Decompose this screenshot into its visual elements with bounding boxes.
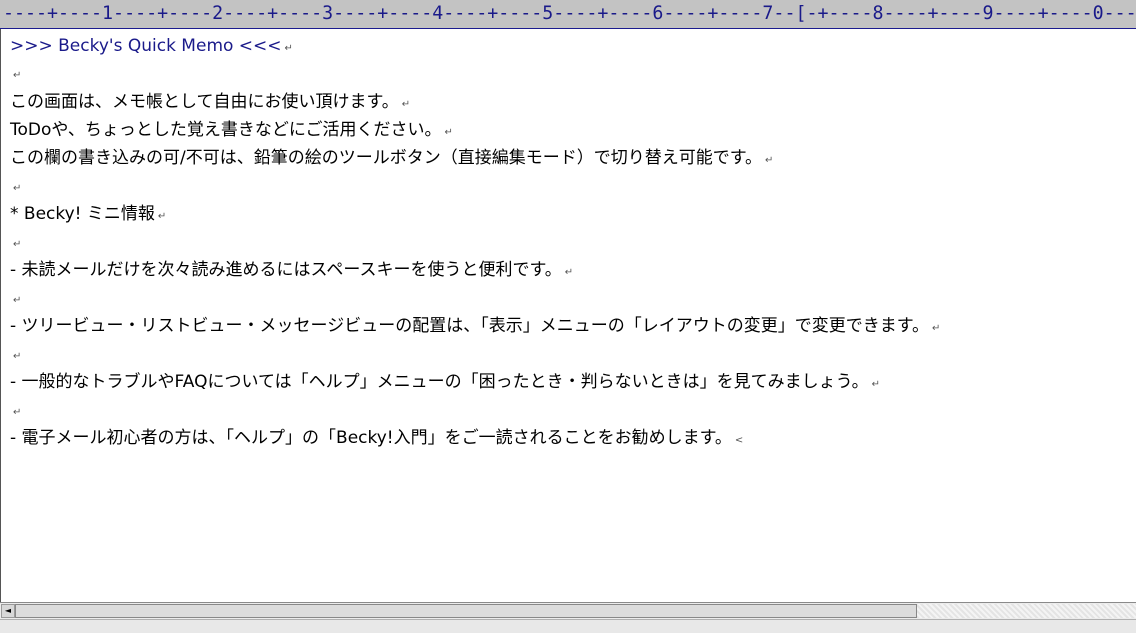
memo-tip-text: - 一般的なトラブルやFAQについては「ヘルプ」メニューの「困ったとき・判らない… (10, 372, 869, 392)
memo-line-3: この画面は、メモ帳として自由にお使い頂けます。 ↵ (10, 89, 410, 115)
memo-line-15: - 電子メール初心者の方は、「ヘルプ」の「Becky!入門」をご一読されることを… (10, 425, 743, 451)
memo-line-14: ↵ (10, 397, 21, 423)
return-mark-icon: ↵ (157, 211, 167, 222)
memo-title: >>> Becky's Quick Memo <<< (10, 36, 282, 56)
memo-line-9: - 未読メールだけを次々読み進めるにはスペースキーを使うと便利です。 ↵ (10, 257, 573, 283)
memo-line-6: ↵ (10, 173, 21, 199)
return-mark-icon: ↵ (932, 323, 941, 334)
memo-line-13: - 一般的なトラブルやFAQについては「ヘルプ」メニューの「困ったとき・判らない… (10, 369, 880, 395)
memo-line-text: この欄の書き込みの可/不可は、鉛筆の絵のツールボタン（直接編集モード）で切り替え… (10, 148, 763, 168)
scroll-left-arrow-icon[interactable]: ◄ (1, 604, 15, 618)
memo-line-text: この画面は、メモ帳として自由にお使い頂けます。 (10, 92, 399, 112)
return-mark-icon: ↵ (444, 127, 453, 138)
return-mark-icon: ↵ (13, 295, 22, 306)
scrollbar-thumb[interactable] (15, 604, 917, 618)
end-of-text-mark-icon: < (734, 435, 744, 446)
memo-tip-text: - 未読メールだけを次々読み進めるにはスペースキーを使うと便利です。 (10, 260, 562, 280)
return-mark-icon: ↵ (564, 267, 574, 278)
return-mark-icon: ↵ (13, 239, 22, 250)
memo-line-12: ↵ (10, 341, 21, 367)
return-mark-icon: ↵ (13, 70, 22, 81)
return-mark-icon: ↵ (13, 407, 22, 418)
memo-line-11: - ツリービュー・リストビュー・メッセージビューの配置は、「表示」メニューの「レ… (10, 313, 940, 339)
column-ruler: ----+----1----+----2----+----3----+----4… (0, 0, 1136, 29)
memo-line-8: ↵ (10, 229, 21, 255)
memo-tip-text: - 電子メール初心者の方は、「ヘルプ」の「Becky!入門」をご一読されることを… (10, 428, 732, 448)
memo-line-5: この欄の書き込みの可/不可は、鉛筆の絵のツールボタン（直接編集モード）で切り替え… (10, 145, 773, 171)
memo-section-heading: * Becky! ミニ情報 (10, 204, 155, 224)
horizontal-scrollbar[interactable]: ◄ (0, 602, 1136, 619)
memo-line-10: ↵ (10, 285, 21, 311)
memo-line-7: * Becky! ミニ情報 ↵ (10, 201, 166, 227)
return-mark-icon: ↵ (13, 351, 22, 362)
return-mark-icon: ↵ (284, 43, 293, 54)
ruler-text: ----+----1----+----2----+----3----+----4… (3, 3, 1136, 24)
memo-line-text: ToDoや、ちょっとした覚え書きなどにご活用ください。 (10, 120, 442, 140)
scrollbar-track[interactable] (917, 604, 1136, 618)
memo-editor[interactable]: >>> Becky's Quick Memo <<< ↵ ↵ この画面は、メモ帳と… (0, 29, 1136, 602)
return-mark-icon: ↵ (765, 155, 774, 166)
status-bar (0, 619, 1136, 633)
return-mark-icon: ↵ (401, 99, 411, 110)
memo-line-4: ToDoや、ちょっとした覚え書きなどにご活用ください。 ↵ (10, 117, 453, 143)
return-mark-icon: ↵ (13, 183, 22, 194)
memo-tip-text: - ツリービュー・リストビュー・メッセージビューの配置は、「表示」メニューの「レ… (10, 316, 929, 336)
memo-line-1: >>> Becky's Quick Memo <<< ↵ (10, 33, 293, 59)
return-mark-icon: ↵ (871, 379, 880, 390)
memo-line-2: ↵ (10, 60, 21, 86)
